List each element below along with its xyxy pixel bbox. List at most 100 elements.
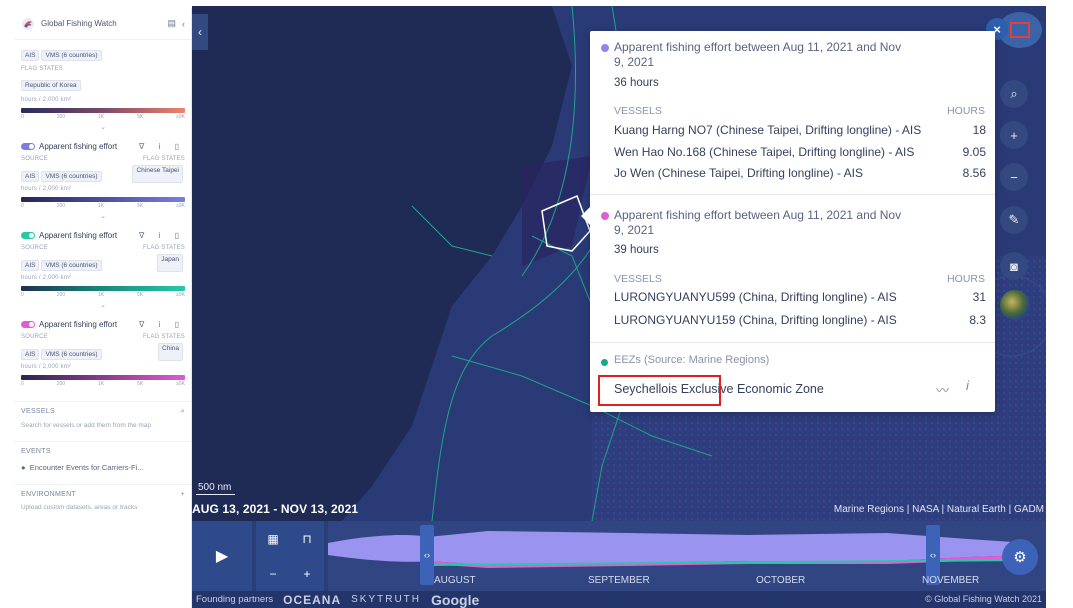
legend-tick: ≥9K (176, 292, 185, 298)
legend-tick: 200 (56, 203, 66, 209)
highlight-box (598, 375, 721, 406)
partner-logo[interactable]: OCEANA (283, 593, 341, 607)
layer-actions[interactable]: ∇ i ▯ (139, 231, 185, 240)
vessel-name[interactable]: Wen Hao No.168 (Chinese Taipei, Drifting… (614, 145, 914, 159)
hours-header: HOURS (947, 273, 985, 285)
legend-tick: 1K (98, 203, 105, 209)
legend-tick: 0 (21, 292, 24, 298)
vessel-hours: 8.3 (969, 313, 986, 327)
basemap-switch-icon[interactable] (1000, 290, 1030, 320)
save-icon[interactable]: ▤ (167, 18, 176, 29)
search-vessel-icon[interactable]: ⌕ (181, 408, 185, 416)
map-popup: Apparent fishing effort between Aug 11, … (581, 31, 995, 412)
legend-unit: hours / 2,000 km² (21, 364, 72, 370)
partner-logo[interactable]: SKYTRUTH (351, 594, 421, 605)
search-icon[interactable]: ⌕ (1000, 80, 1028, 108)
environment-section: ENVIRONMENT + Upload custom datasets, are… (15, 484, 191, 517)
vessel-row[interactable]: LURONGYUANYU599 (China, Drifting longlin… (614, 290, 986, 304)
vessel-row[interactable]: Wen Hao No.168 (Chinese Taipei, Drifting… (614, 145, 986, 159)
popup-hours: 36 hours (614, 77, 659, 89)
legend-unit: hours / 2,000 km² (21, 97, 72, 103)
popup-section-title: Apparent fishing effort between Aug 11, … (614, 40, 902, 69)
flag-states-label: FLAG STATES (21, 66, 63, 72)
source-tag: AIS (21, 50, 40, 61)
timeline[interactable]: ‹› ‹› AUGUST SEPTEMBER OCTOBER NOVEMBER … (328, 521, 1046, 591)
sidebar-header: Global Fishing Watch ▤ ‹ (15, 8, 191, 40)
source-label: SOURCE (21, 245, 48, 251)
legend-ticks: 0 200 1K 5K ≥9K (21, 381, 185, 387)
layer-color-dot (601, 212, 609, 220)
partner-logo[interactable]: Google (431, 592, 479, 608)
sidebar: Global Fishing Watch ▤ ‹ AIS VMS (6 count… (15, 8, 192, 608)
popup-hours: 39 hours (614, 244, 659, 256)
source-tag: VMS (6 countries) (41, 50, 102, 61)
events-title: EVENTS (21, 448, 51, 455)
minimap-viewport (1010, 22, 1030, 38)
collapse-sidebar-button[interactable]: ‹ (192, 14, 208, 50)
legend-tick: 200 (56, 381, 66, 387)
legend-ticks: 0 200 1K 5K ≥9K (21, 114, 185, 120)
partners-label: Founding partners (196, 594, 274, 605)
expand-icon[interactable]: ⌄ (21, 212, 185, 220)
layer-actions[interactable]: ∇ i ▯ (139, 320, 185, 329)
layer-toggle[interactable] (21, 142, 35, 150)
layer-actions[interactable]: ∇ i ▯ (139, 142, 185, 151)
vessel-row[interactable]: LURONGYUANYU159 (China, Drifting longlin… (614, 313, 986, 327)
legend-gradient (21, 108, 185, 113)
event-item[interactable]: ● Encounter Events for Carriers-Fi... (21, 463, 185, 472)
vessel-hours: 8.56 (962, 166, 986, 180)
vessel-name[interactable]: Jo Wen (Chinese Taipei, Drifting longlin… (614, 166, 863, 180)
legend-tick: 5K (137, 381, 144, 387)
flag-tag: Republic of Korea (21, 80, 81, 91)
vessel-name[interactable]: LURONGYUANYU159 (China, Drifting longlin… (614, 313, 897, 327)
layer-toggle[interactable] (21, 320, 35, 328)
legend-tick: 1K (98, 381, 105, 387)
legend-tick: 5K (137, 292, 144, 298)
zoom-in-button[interactable]: + (1000, 121, 1028, 149)
copyright: © Global Fishing Watch 2021 (925, 594, 1042, 604)
environment-desc: Upload custom datasets, areas or tracks (21, 504, 138, 511)
layer-toggle[interactable] (21, 231, 35, 239)
zoom-out-time-button[interactable]: − (256, 556, 290, 591)
legend-tick: 1K (98, 114, 105, 120)
ruler-icon[interactable]: ✎ (1000, 206, 1028, 234)
flag-states-label: FLAG STATES (143, 156, 185, 162)
vessel-hours: 18 (972, 123, 986, 137)
collapse-sidebar-icon[interactable]: ‹ (182, 19, 185, 29)
add-icon[interactable]: + (181, 491, 185, 498)
source-label: SOURCE (21, 156, 48, 162)
bookmark-icon[interactable]: ⊓ (290, 521, 324, 556)
flag-states-label: FLAG STATES (143, 334, 185, 340)
footer: Founding partners OCEANA SKYTRUTH Google… (192, 591, 1046, 608)
play-button[interactable]: ▶ (192, 521, 252, 591)
report-icon[interactable]: 〰 (936, 380, 949, 399)
event-label: Encounter Events for Carriers-Fi... (29, 463, 144, 472)
expand-icon[interactable]: ⌄ (21, 123, 185, 131)
info-icon[interactable]: i (966, 378, 969, 393)
settings-gear-icon[interactable]: ⚙ (1002, 539, 1038, 575)
vessels-section: VESSELS ⌕ Search for vessels or add them … (15, 401, 191, 435)
legend-tick: 0 (21, 381, 24, 387)
map-attribution[interactable]: Marine Regions | NASA | Natural Earth | … (834, 504, 1044, 515)
layer-japan: Apparent fishing effort ∇ i ▯ SOURCE FLAG… (15, 224, 191, 313)
vessel-name[interactable]: LURONGYUANYU599 (China, Drifting longlin… (614, 290, 897, 304)
vessel-hours: 9.05 (962, 145, 986, 159)
source-tag: AIS (21, 171, 40, 182)
flag-tag: Japan (157, 254, 183, 272)
vessel-name[interactable]: Kuang Harng NO7 (Chinese Taipei, Driftin… (614, 123, 921, 137)
calendar-icon[interactable]: ▦ (256, 521, 290, 556)
vessel-hours: 31 (972, 290, 986, 304)
screenshot-icon[interactable]: ◙ (1000, 252, 1028, 280)
month-label: AUGUST (434, 575, 476, 586)
expand-icon[interactable]: ⌄ (21, 301, 185, 309)
source-tag: VMS (6 countries) (41, 260, 102, 271)
month-label: NOVEMBER (922, 575, 980, 586)
zoom-out-button[interactable]: − (1000, 163, 1028, 191)
zoom-in-time-button[interactable]: + (290, 556, 324, 591)
layer-name: Apparent fishing effort (39, 141, 118, 151)
timeline-handle-start[interactable]: ‹› (420, 525, 434, 585)
vessel-row[interactable]: Kuang Harng NO7 (Chinese Taipei, Driftin… (614, 123, 986, 137)
legend-unit: hours / 2,000 km² (21, 275, 72, 281)
vessel-row[interactable]: Jo Wen (Chinese Taipei, Drifting longlin… (614, 166, 986, 180)
vessels-desc[interactable]: Search for vessels or add them from the … (21, 422, 185, 429)
